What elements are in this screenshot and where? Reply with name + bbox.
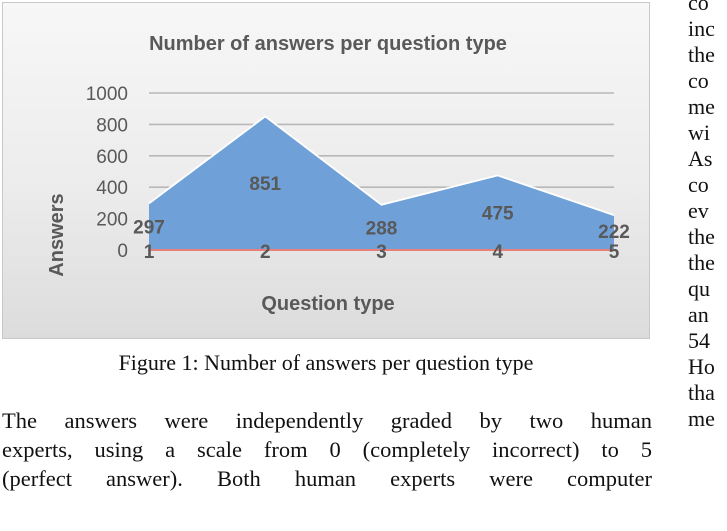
y-tick-label: 400 [96,178,128,199]
data-label: 222 [598,222,630,243]
right-column-line: wi [688,120,710,145]
right-column-text: co inc the co me wi As co ev the the qu an 54 Ho tha me [688,0,727,531]
y-tick-label: 800 [96,115,128,136]
y-tick-label: 1000 [86,84,128,105]
chart-area: Number of answers per question type 0 200… [46,33,630,315]
x-tick-label: 4 [492,242,503,263]
right-column-line: co [688,68,709,93]
right-column-line: me [688,406,715,431]
right-column-line: As [688,146,713,171]
right-column-line: co [688,0,709,15]
y-axis-ticks: 0 200 400 600 800 1000 [86,84,128,262]
data-label: 297 [133,218,165,239]
x-tick-label: 3 [376,242,387,263]
x-tick-label: 1 [144,242,155,263]
x-tick-label: 5 [609,242,620,263]
right-column-line: Ho [688,354,715,379]
figure-caption: Figure 1: Number of answers per question… [118,350,534,375]
body-line: The answers were independently graded by… [2,408,652,433]
x-axis-title: Question type [261,293,394,315]
body-paragraph: The answers were independently graded by… [2,406,652,493]
right-column-line: tha [688,380,715,405]
right-column-line: 54 [688,328,710,353]
chart-title: Number of answers per question type [149,33,507,55]
y-tick-label: 600 [96,147,128,168]
right-column-line: co [688,172,709,197]
right-column-line: ev [688,198,709,223]
right-column-line: an [688,302,709,327]
data-label: 288 [366,218,398,239]
right-column-line: qu [688,276,710,301]
right-column-line: the [688,224,715,249]
right-column-line: the [688,42,715,67]
data-label: 475 [482,204,514,225]
body-line: experts, using a scale from 0 (completel… [2,437,652,462]
right-column-line: me [688,94,715,119]
right-column-line: inc [688,16,715,41]
x-tick-label: 2 [260,242,271,263]
y-tick-label: 200 [96,210,128,231]
right-column-line: the [688,250,715,275]
chart-figure: Number of answers per question type 0 200… [2,2,650,339]
y-axis-title: Answers [46,193,68,276]
y-tick-label: 0 [117,241,128,262]
data-label: 851 [249,174,281,195]
body-line: (perfect answer). Both human experts wer… [2,466,652,491]
